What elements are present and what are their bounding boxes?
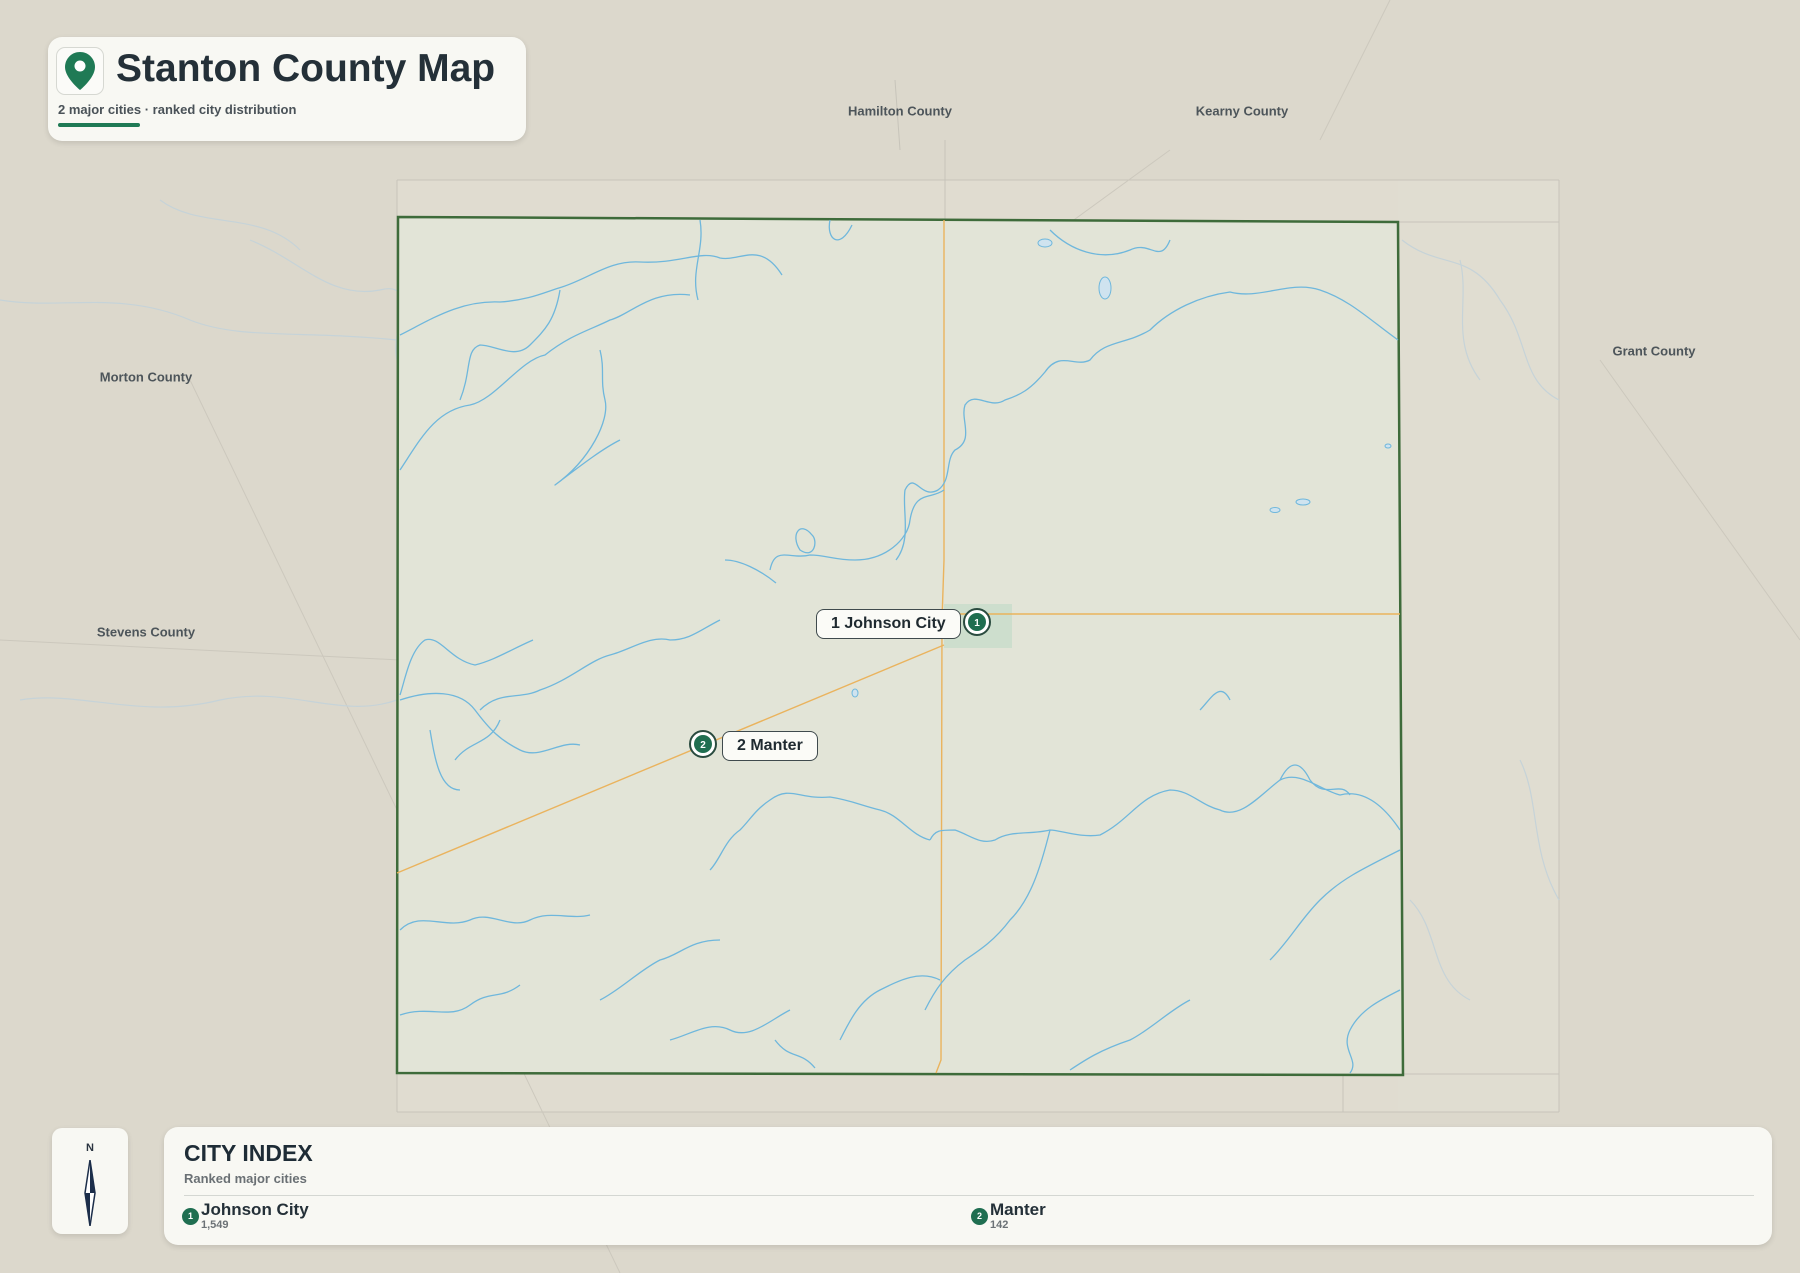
city-marker-rank: 2 [700, 740, 706, 751]
map-pin-icon [56, 47, 104, 95]
compass-arrow-icon [84, 1160, 96, 1226]
county-label-morton: Morton County [99, 369, 193, 385]
city-marker-rank: 1 [974, 618, 980, 629]
city-index-subtitle: Ranked major cities [184, 1171, 307, 1186]
city-population: 1,549 [201, 1219, 229, 1231]
county-label-hamilton: Hamilton County [848, 103, 952, 119]
rank-badge: 1 [182, 1208, 199, 1225]
city-name: Johnson City [201, 1200, 309, 1219]
stanton-county-boundary[interactable] [395, 215, 1405, 1077]
city-population: 142 [990, 1219, 1009, 1231]
city-index-divider [184, 1195, 1754, 1196]
city-label-johnson-city[interactable]: 1 Johnson City [816, 609, 961, 639]
city-marker-johnson-city[interactable]: 1 [963, 608, 991, 636]
county-label-kearny: Kearny County [1195, 103, 1289, 119]
title-accent-bar [58, 123, 140, 127]
county-label-stevens: Stevens County [96, 624, 196, 640]
city-index-item-manter[interactable]: 2 Manter 142 [971, 1200, 1571, 1240]
city-index-panel: CITY INDEX Ranked major cities 1 Johnson… [164, 1127, 1772, 1245]
city-index-title: CITY INDEX [184, 1140, 313, 1166]
rank-badge: 2 [971, 1208, 988, 1225]
page-title: Stanton County Map [116, 47, 496, 90]
compass-north-label: N [86, 1142, 94, 1154]
city-label-manter[interactable]: 2 Manter [722, 731, 818, 761]
regional-tint-east [1398, 180, 1559, 1112]
page-subtitle: 2 major cities · ranked city distributio… [58, 102, 297, 117]
city-index-item-johnson-city[interactable]: 1 Johnson City 1,549 [182, 1200, 782, 1240]
county-label-grant: Grant County [1612, 343, 1696, 359]
map-title-card: Stanton County Map 2 major cities · rank… [48, 37, 526, 141]
city-marker-manter[interactable]: 2 [689, 730, 717, 758]
compass-card: N [52, 1128, 128, 1234]
city-name: Manter [990, 1200, 1046, 1219]
